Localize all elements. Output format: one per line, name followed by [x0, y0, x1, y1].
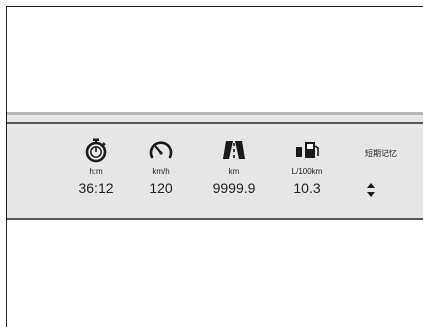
distance-block: km 9999.9 [203, 115, 265, 218]
speed-block: km/h 120 [131, 115, 191, 218]
display-upper-area [7, 7, 423, 112]
fuel-consumption-unit: L/100km [291, 167, 323, 176]
distance-unit: km [228, 167, 240, 176]
speed-unit: km/h [152, 167, 170, 176]
trip-time-block: h:m 36:12 [61, 115, 131, 218]
up-down-arrows-icon[interactable] [366, 183, 376, 197]
fuel-pump-icon [294, 137, 320, 163]
short-term-memory-label: 短期记忆 [365, 149, 397, 158]
stopwatch-icon [83, 137, 109, 163]
trip-info-strip: h:m 36:12 km/h 120 km 9999.9 L/100km 10.… [7, 112, 423, 220]
display-lower-area [7, 220, 423, 327]
trip-time-unit: h:m [89, 167, 103, 176]
fuel-consumption-value: 10.3 [293, 180, 321, 196]
trip-time-value: 36:12 [78, 180, 114, 196]
distance-value: 9999.9 [212, 180, 256, 196]
fuel-consumption-block: L/100km 10.3 [269, 115, 345, 218]
speed-value: 120 [149, 180, 173, 196]
road-distance-icon [221, 137, 247, 163]
speedometer-icon [148, 137, 174, 163]
